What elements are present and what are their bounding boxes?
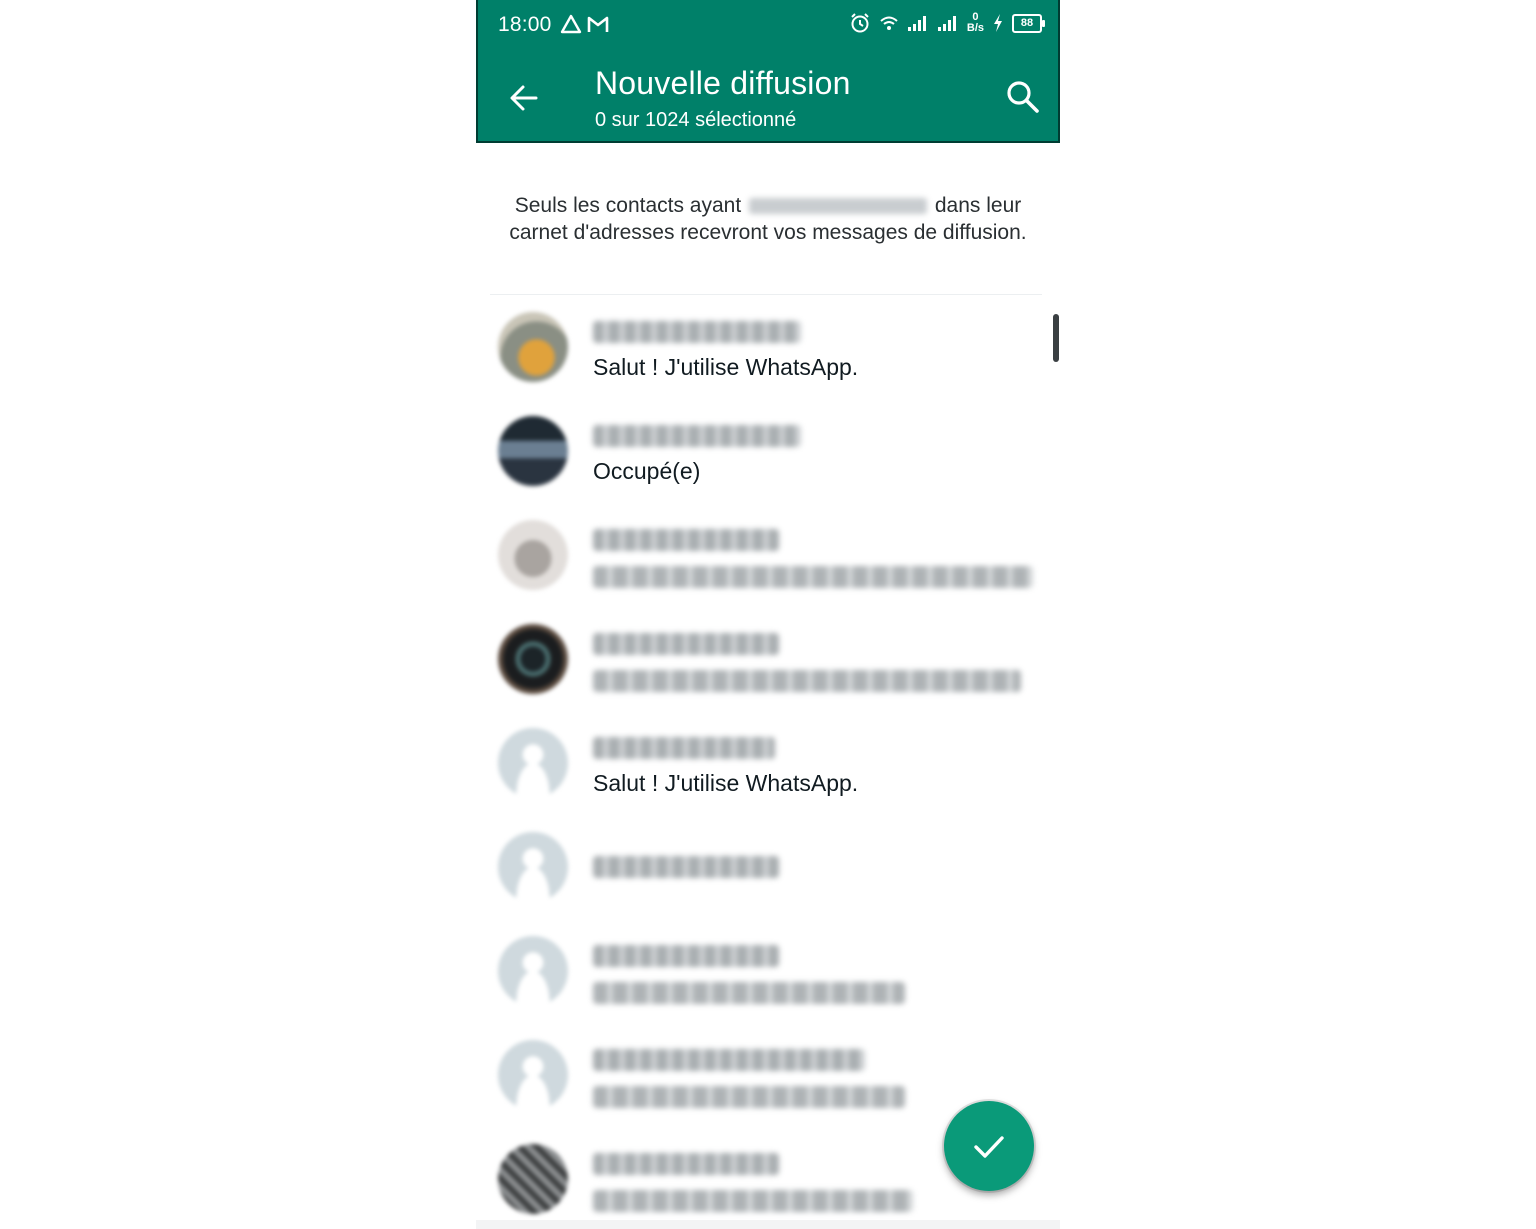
- redacted-phone-number: [749, 198, 928, 215]
- contact-name-redacted: [593, 945, 779, 967]
- contact-name-redacted: [593, 321, 801, 343]
- contact-row[interactable]: [476, 608, 1060, 712]
- avatar: [498, 416, 568, 486]
- avatar: [498, 936, 568, 1006]
- app-bar: 18:00 0 B/s 88 Nouvelle diffusion 0 sur …: [476, 0, 1060, 143]
- contact-status-redacted: [593, 1086, 905, 1108]
- signal-icon: [907, 14, 929, 32]
- contact-row[interactable]: [476, 816, 1060, 920]
- avatar: [498, 832, 568, 902]
- contact-status-redacted: [593, 566, 1033, 588]
- avatar: [498, 520, 568, 590]
- contact-name-redacted: [593, 633, 779, 655]
- checkmark-icon: [974, 1136, 1004, 1158]
- back-button[interactable]: [506, 80, 542, 116]
- divider: [490, 294, 1042, 295]
- search-button[interactable]: [1004, 78, 1042, 116]
- notification-icons: [560, 14, 610, 34]
- selection-count: 0 sur 1024 sélectionné: [595, 109, 797, 131]
- warning-triangle-icon: [560, 14, 582, 34]
- info-text-before: Seuls les contacts ayant: [514, 194, 742, 217]
- status-bar: 18:00 0 B/s 88: [478, 0, 1058, 52]
- info-line-1: Seuls les contacts ayant dans leur: [476, 192, 1060, 219]
- contact-status-redacted: [593, 670, 1021, 692]
- contact-name-redacted: [593, 856, 779, 878]
- search-icon: [1007, 81, 1039, 113]
- bottom-edge: [476, 1220, 1060, 1229]
- contact-status-redacted: [593, 1190, 913, 1212]
- contact-row[interactable]: [476, 920, 1060, 1024]
- net-speed-unit: B/s: [966, 22, 984, 34]
- gmail-icon: [586, 14, 610, 34]
- contact-status: Salut ! J'utilise WhatsApp.: [593, 770, 859, 796]
- charging-icon: [992, 13, 1004, 33]
- info-text-after: dans leur: [934, 194, 1022, 217]
- wifi-icon: [879, 14, 899, 32]
- system-icons: 0 B/s 88: [849, 12, 1045, 34]
- page-title: Nouvelle diffusion: [595, 65, 851, 101]
- avatar: [498, 312, 568, 382]
- status-time: 18:00: [498, 13, 552, 36]
- contact-name-redacted: [593, 1153, 779, 1175]
- avatar: [498, 624, 568, 694]
- contact-row[interactable]: Salut ! J'utilise WhatsApp.: [476, 712, 1060, 816]
- avatar: [498, 728, 568, 798]
- network-speed-icon: 0 B/s: [967, 12, 984, 34]
- avatar: [498, 1144, 568, 1214]
- contact-row[interactable]: Occupé(e): [476, 400, 1060, 504]
- phone-screen: 18:00 0 B/s 88 Nouvelle diffusion 0 sur …: [476, 0, 1060, 1229]
- info-line-2: carnet d'adresses recevront vos messages…: [509, 221, 1027, 244]
- avatar: [498, 1040, 568, 1110]
- broadcast-info: Seuls les contacts ayant dans leur carne…: [476, 192, 1060, 246]
- signal-icon: [937, 14, 959, 32]
- contact-name-redacted: [593, 425, 801, 447]
- confirm-button[interactable]: [944, 1101, 1034, 1191]
- battery-icon: 88: [1012, 13, 1045, 33]
- contact-status: Salut ! J'utilise WhatsApp.: [593, 354, 859, 380]
- contact-name-redacted: [593, 737, 775, 759]
- contact-row[interactable]: Salut ! J'utilise WhatsApp.: [476, 296, 1060, 400]
- contact-row[interactable]: [476, 504, 1060, 608]
- contact-status-redacted: [593, 982, 905, 1004]
- contact-name-redacted: [593, 1049, 865, 1071]
- alarm-icon: [849, 12, 871, 34]
- contact-status: Occupé(e): [593, 458, 701, 484]
- contact-name-redacted: [593, 529, 779, 551]
- scrollbar[interactable]: [1053, 314, 1059, 362]
- arrow-left-icon: [510, 85, 538, 111]
